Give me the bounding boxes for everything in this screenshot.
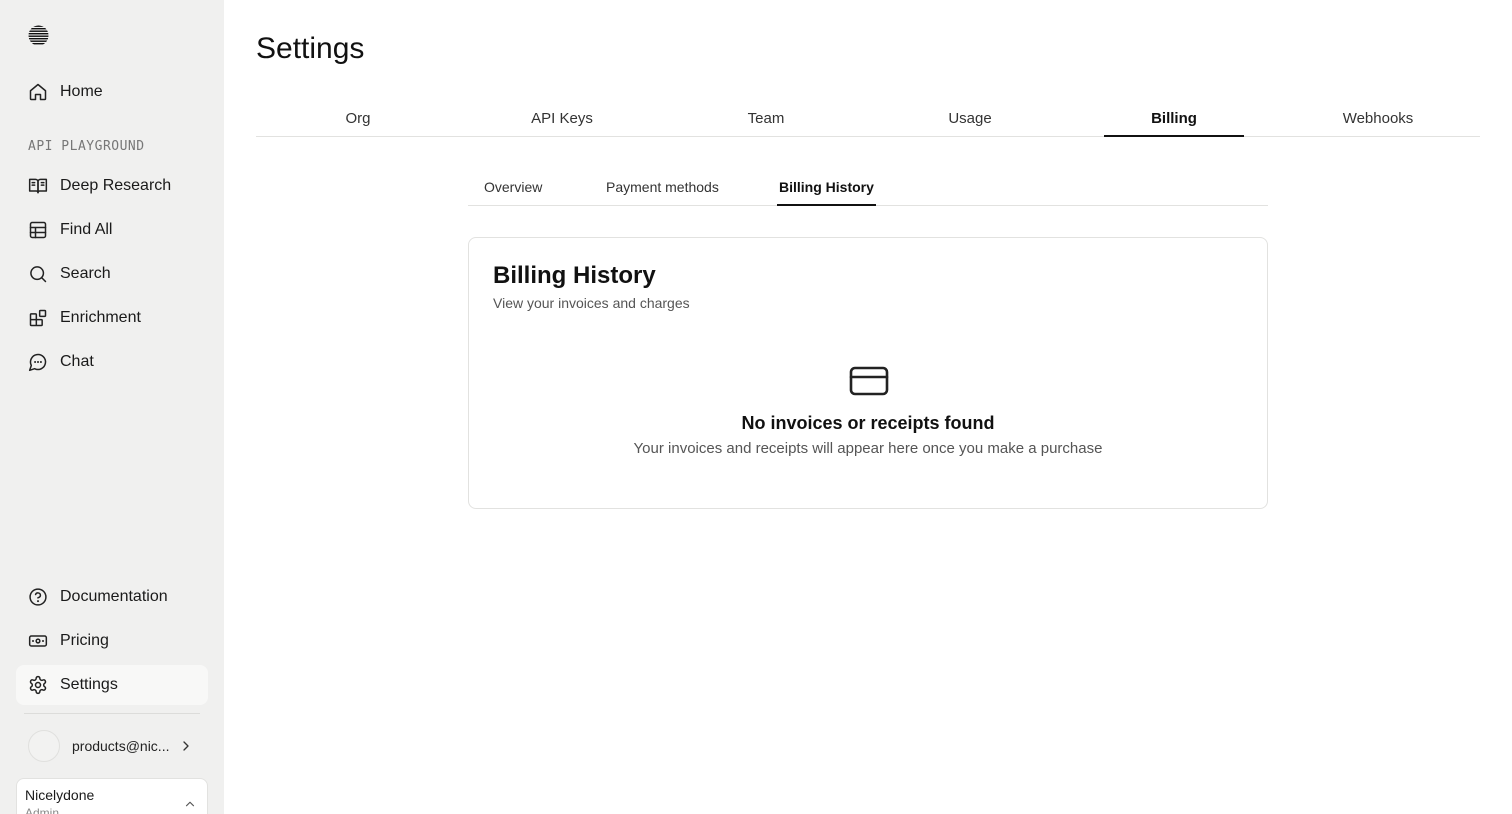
org-switcher[interactable]: Nicelydone Admin bbox=[16, 778, 208, 814]
gear-icon bbox=[28, 675, 48, 695]
billing-subtabs: Overview Payment methods Billing History bbox=[468, 170, 1268, 206]
subtab-payment-methods[interactable]: Payment methods bbox=[606, 179, 719, 205]
org-role: Admin bbox=[25, 806, 60, 814]
tab-org[interactable]: Org bbox=[256, 100, 460, 136]
empty-state-title: No invoices or receipts found bbox=[741, 413, 995, 433]
org-name: Nicelydone bbox=[25, 787, 95, 803]
credit-card-icon bbox=[849, 366, 889, 396]
sidebar-item-search[interactable]: Search bbox=[16, 254, 208, 294]
subtab-billing-history[interactable]: Billing History bbox=[777, 179, 876, 206]
avatar bbox=[28, 730, 60, 762]
card-title: Billing History bbox=[493, 262, 656, 289]
sidebar-item-home[interactable]: Home bbox=[16, 72, 208, 112]
blocks-icon bbox=[28, 308, 48, 328]
tab-api-keys[interactable]: API Keys bbox=[460, 100, 664, 136]
sidebar-item-label: Search bbox=[60, 265, 111, 282]
sidebar-item-documentation[interactable]: Documentation bbox=[16, 577, 208, 617]
chevron-right-icon bbox=[183, 741, 189, 751]
tab-team[interactable]: Team bbox=[664, 100, 868, 136]
sidebar-item-enrichment[interactable]: Enrichment bbox=[16, 298, 208, 338]
sidebar-divider bbox=[24, 713, 200, 714]
sidebar-item-label: Chat bbox=[60, 353, 94, 370]
section-label-api-playground: API PLAYGROUND bbox=[28, 139, 145, 154]
sidebar-item-label: Pricing bbox=[60, 632, 109, 649]
billing-history-card: Billing History View your invoices and c… bbox=[468, 237, 1268, 509]
empty-state-description: Your invoices and receipts will appear h… bbox=[633, 440, 1103, 457]
account-email: products@nic... bbox=[72, 738, 170, 754]
sidebar-item-label: Deep Research bbox=[60, 177, 172, 194]
sidebar-item-chat[interactable]: Chat bbox=[16, 342, 208, 382]
page-title: Settings bbox=[256, 32, 365, 65]
account-menu[interactable]: products@nic... bbox=[16, 726, 208, 766]
subtab-overview[interactable]: Overview bbox=[484, 179, 542, 205]
banknote-icon bbox=[28, 631, 48, 651]
card-subtitle: View your invoices and charges bbox=[493, 295, 690, 311]
sidebar-item-label: Find All bbox=[60, 221, 113, 238]
book-open-icon bbox=[28, 176, 48, 196]
sidebar-item-settings[interactable]: Settings bbox=[16, 665, 208, 705]
search-icon bbox=[28, 264, 48, 284]
sidebar-item-label: Enrichment bbox=[60, 309, 141, 326]
tab-webhooks[interactable]: Webhooks bbox=[1276, 100, 1480, 136]
sidebar-item-label: Home bbox=[60, 83, 103, 100]
table-icon bbox=[28, 220, 48, 240]
chat-icon bbox=[28, 352, 48, 372]
tab-billing[interactable]: Billing bbox=[1072, 100, 1276, 137]
sidebar-item-find-all[interactable]: Find All bbox=[16, 210, 208, 250]
settings-tabs: Org API Keys Team Usage Billing Webhooks bbox=[256, 100, 1480, 137]
tab-usage[interactable]: Usage bbox=[868, 100, 1072, 136]
sidebar: Home API PLAYGROUND Deep Research Find A… bbox=[0, 0, 224, 814]
sidebar-item-pricing[interactable]: Pricing bbox=[16, 621, 208, 661]
sidebar-item-label: Documentation bbox=[60, 588, 168, 605]
chevron-up-icon bbox=[185, 801, 195, 807]
sidebar-item-label: Settings bbox=[60, 676, 118, 693]
sidebar-item-deep-research[interactable]: Deep Research bbox=[16, 166, 208, 206]
striped-globe-icon[interactable] bbox=[28, 25, 49, 46]
help-circle-icon bbox=[28, 587, 48, 607]
home-icon bbox=[28, 82, 48, 102]
